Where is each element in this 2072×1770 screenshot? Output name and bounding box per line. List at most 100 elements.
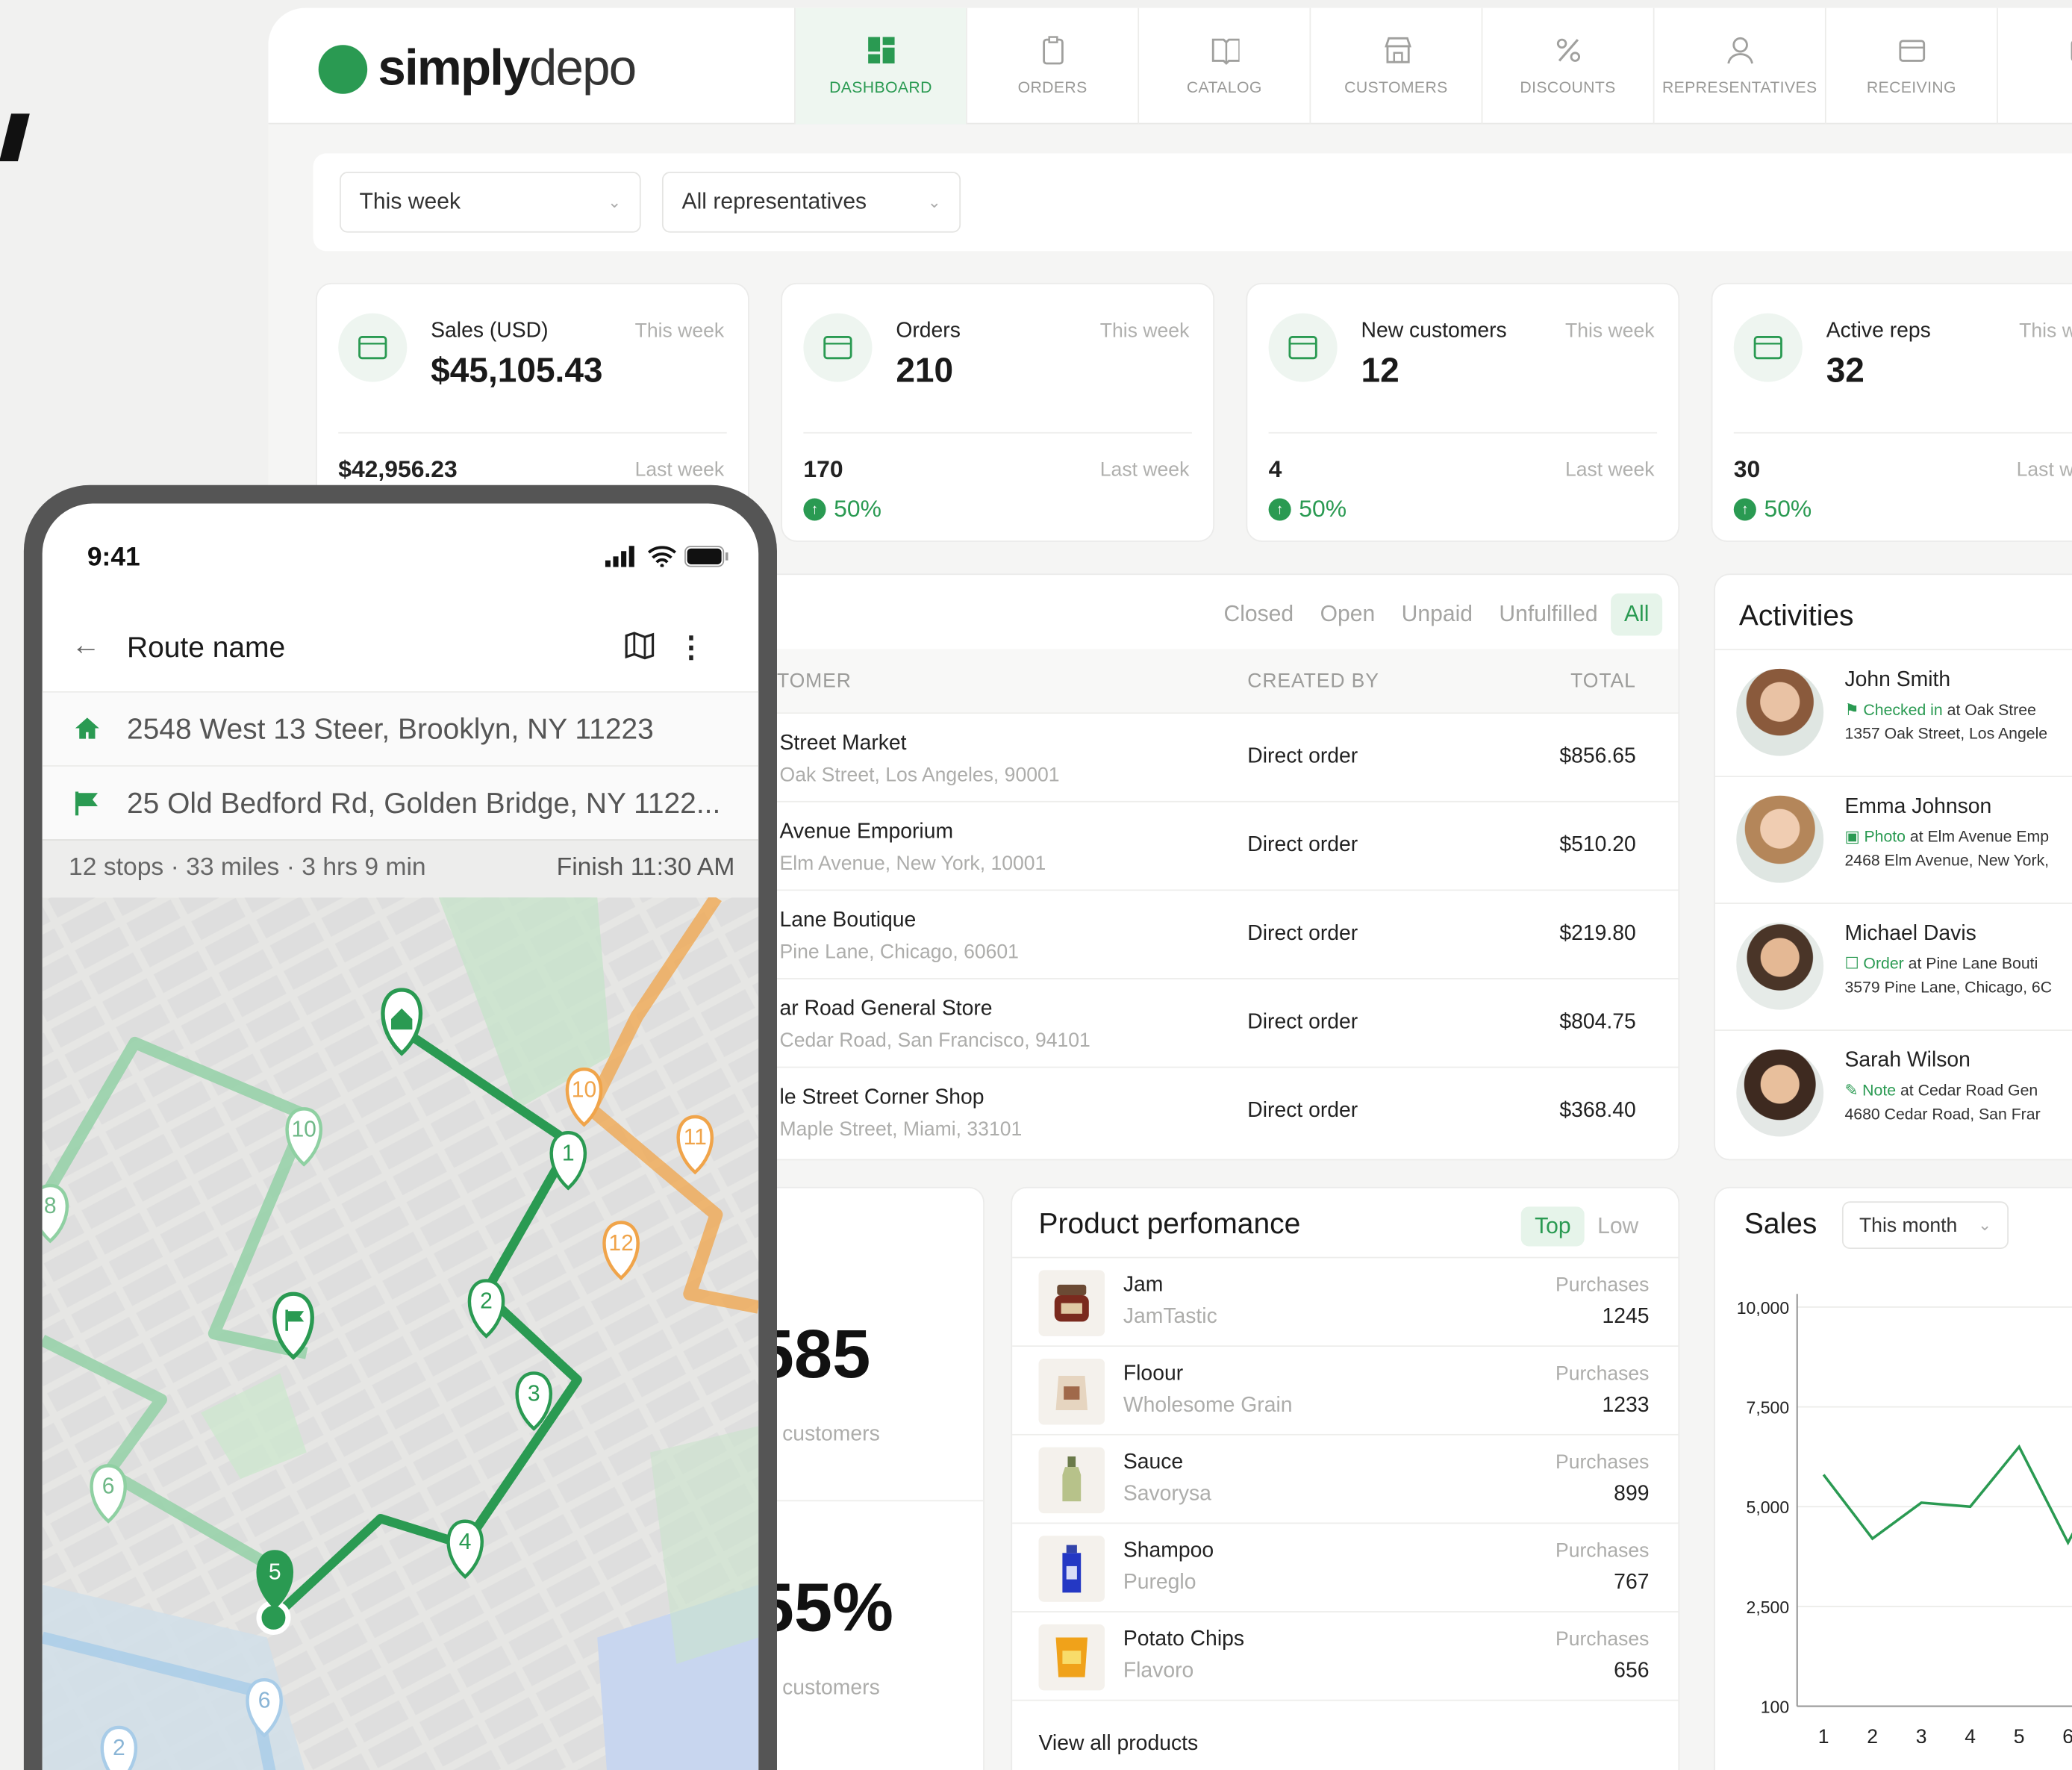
order-customer-address: Oak Street, Los Angeles, 90001 bbox=[779, 764, 1060, 787]
nav-catalog[interactable]: CATALOG bbox=[1138, 7, 1309, 125]
dashboard-icon bbox=[866, 36, 895, 65]
divider bbox=[745, 1500, 984, 1502]
chevron-down-icon: ⌄ bbox=[1978, 1215, 1991, 1235]
stat-change: ↑ 50% bbox=[1268, 496, 1347, 523]
route-summary: 12 stops · 33 miles · 3 hrs 9 min bbox=[69, 853, 426, 882]
logo[interactable]: simply depo bbox=[318, 40, 637, 98]
table-row[interactable]: ar Road General Store Cedar Road, San Fr… bbox=[745, 978, 1679, 1067]
product-row[interactable]: Jam JamTastic Purchases 1245 bbox=[1012, 1256, 1679, 1346]
logo-dot-icon bbox=[318, 45, 368, 94]
activity-action: ▣ Photo at Elm Avenue Emp bbox=[1844, 827, 2049, 846]
top-bar: simply depo DASHBOARD ORDERS CATALOG CUS… bbox=[268, 7, 2072, 125]
purchases-label: Purchases bbox=[1555, 1274, 1650, 1297]
nav-dashboard[interactable]: DASHBOARD bbox=[794, 7, 967, 125]
activity-item[interactable]: Emma Johnson ▣ Photo at Elm Avenue Emp 2… bbox=[1714, 776, 2072, 903]
table-row[interactable]: Street Market Oak Street, Los Angeles, 9… bbox=[745, 712, 1679, 801]
dashboard-scene: simply depo DASHBOARD ORDERS CATALOG CUS… bbox=[0, 0, 2072, 1770]
y-tick-label: 5,000 bbox=[1747, 1498, 1790, 1517]
product-brand: Wholesome Grain bbox=[1123, 1394, 1293, 1417]
map-icon[interactable] bbox=[624, 630, 655, 666]
order-customer-name: Avenue Emporium bbox=[779, 820, 954, 844]
column-header-created-by[interactable]: CREATED BY bbox=[1247, 670, 1379, 693]
tab-all[interactable]: All bbox=[1611, 593, 1663, 636]
nav-label: REPRESENTATIVES bbox=[1661, 78, 1817, 97]
route-map[interactable]: 12345108610111262 bbox=[42, 897, 759, 1770]
view-all-products-link[interactable]: View all products bbox=[1039, 1733, 1199, 1757]
tab-open[interactable]: Open bbox=[1307, 593, 1388, 636]
tab-low[interactable]: Low bbox=[1584, 1206, 1652, 1246]
activity-place: at Oak Stree bbox=[1942, 700, 2036, 720]
logo-text-bold: simply bbox=[378, 40, 530, 97]
more-options-icon[interactable]: ⋮ bbox=[676, 630, 705, 664]
y-tick-label: 10,000 bbox=[1737, 1298, 1789, 1318]
product-brand: JamTastic bbox=[1123, 1306, 1217, 1329]
nav-customers[interactable]: CUSTOMERS bbox=[1309, 7, 1481, 125]
order-created-by: Direct order bbox=[1247, 922, 1358, 945]
route-end-address[interactable]: 25 Old Bedford Rd, Golden Bridge, NY 112… bbox=[42, 765, 759, 840]
stat-card-active-reps[interactable]: Active reps This w 32 30 Last w ↑ 50% bbox=[1711, 282, 2072, 542]
activity-user-name: Sarah Wilson bbox=[1844, 1049, 1970, 1072]
order-total: $368.40 bbox=[1559, 1099, 1636, 1123]
svg-text:3: 3 bbox=[528, 1382, 540, 1406]
sauce-bottle-icon bbox=[1038, 1447, 1105, 1514]
nav-representatives[interactable]: REPRESENTATIVES bbox=[1653, 7, 1825, 125]
route-stop-pin[interactable]: 2 bbox=[100, 1725, 138, 1770]
order-customer-name: Lane Boutique bbox=[779, 909, 917, 932]
stat-prev-label: Last week bbox=[1099, 458, 1190, 482]
arrow-up-icon: ↑ bbox=[803, 498, 826, 521]
nav-discounts[interactable]: DISCOUNTS bbox=[1481, 7, 1653, 125]
product-filter-tabs: Top Low bbox=[1521, 1206, 1652, 1247]
product-brand: Savorysa bbox=[1123, 1483, 1211, 1506]
svg-text:10: 10 bbox=[572, 1077, 596, 1102]
activities-card: Activities John Smith ⚑ Checked in at Oa… bbox=[1714, 573, 2072, 1161]
divider bbox=[1268, 431, 1658, 434]
wallet-icon bbox=[1733, 313, 1803, 382]
nav-label: DASHBOARD bbox=[829, 78, 932, 97]
nav-routes[interactable]: RO bbox=[1997, 7, 2072, 125]
sales-line-chart: 10,000 7,500 5,000 2,500 100 1 2 3 4 5 6 bbox=[1737, 1294, 2072, 1743]
activity-item[interactable]: Sarah Wilson ✎ Note at Cedar Road Gen 46… bbox=[1714, 1029, 2072, 1156]
activity-item[interactable]: John Smith ⚑ Checked in at Oak Stree 135… bbox=[1714, 649, 2072, 776]
percent-icon bbox=[1553, 36, 1582, 65]
table-row[interactable]: Lane Boutique Pine Lane, Chicago, 60601 … bbox=[745, 889, 1679, 978]
customers-stat-label: customers bbox=[782, 1423, 880, 1446]
product-row[interactable]: Floour Wholesome Grain Purchases 1233 bbox=[1012, 1345, 1679, 1434]
product-row[interactable]: Potato Chips Flavoro Purchases 656 bbox=[1012, 1611, 1679, 1700]
period-select[interactable]: This week ⌄ bbox=[339, 172, 641, 233]
back-arrow-icon[interactable]: ← bbox=[72, 628, 101, 662]
order-total: $219.80 bbox=[1559, 922, 1636, 945]
start-address-text: 2548 West 13 Steer, Brooklyn, NY 11223 bbox=[126, 712, 654, 746]
x-tick-label: 1 bbox=[1818, 1725, 1829, 1743]
stat-label: Sales (USD) bbox=[431, 320, 549, 343]
representatives-select[interactable]: All representatives ⌄ bbox=[661, 172, 961, 233]
stat-card-orders[interactable]: Orders This week 210 170 Last week ↑ 50% bbox=[781, 282, 1214, 542]
sales-period-select[interactable]: This month ⌄ bbox=[1841, 1201, 2009, 1250]
nav-receiving[interactable]: RECEIVING bbox=[1824, 7, 1997, 125]
product-row[interactable]: Shampoo Pureglo Purchases 767 bbox=[1012, 1522, 1679, 1612]
activity-action-type: Checked in bbox=[1863, 700, 1943, 720]
tab-unpaid[interactable]: Unpaid bbox=[1388, 593, 1486, 636]
purchases-label: Purchases bbox=[1555, 1362, 1650, 1386]
tab-top[interactable]: Top bbox=[1521, 1206, 1585, 1247]
table-row[interactable]: Avenue Emporium Elm Avenue, New York, 10… bbox=[745, 800, 1679, 890]
svg-text:12: 12 bbox=[608, 1231, 633, 1256]
route-start-address[interactable]: 2548 West 13 Steer, Brooklyn, NY 11223 bbox=[42, 691, 759, 766]
tab-unfulfilled[interactable]: Unfulfilled bbox=[1486, 593, 1611, 636]
activity-item[interactable]: Michael Davis ☐ Order at Pine Lane Bouti… bbox=[1714, 903, 2072, 1029]
tab-closed[interactable]: Closed bbox=[1211, 593, 1307, 636]
product-row[interactable]: Sauce Savorysa Purchases 899 bbox=[1012, 1433, 1679, 1523]
column-header-total[interactable]: TOTAL bbox=[1570, 670, 1636, 693]
sales-chart-title: Sales bbox=[1744, 1206, 1817, 1240]
activity-address: 3579 Pine Lane, Chicago, 6C bbox=[1844, 978, 2053, 997]
stat-card-new-customers[interactable]: New customers This week 12 4 Last week ↑… bbox=[1246, 282, 1680, 542]
stat-period: This week bbox=[634, 320, 725, 343]
purchases-count: 899 bbox=[1614, 1483, 1650, 1506]
column-header-customer[interactable]: TOMER bbox=[777, 670, 852, 693]
nav-orders[interactable]: ORDERS bbox=[966, 7, 1138, 125]
x-tick-label: 6 bbox=[2062, 1725, 2072, 1743]
activity-action: ✎ Note at Cedar Road Gen bbox=[1844, 1081, 2038, 1100]
table-row[interactable]: le Street Corner Shop Maple Street, Miam… bbox=[745, 1066, 1679, 1156]
svg-text:1: 1 bbox=[562, 1141, 575, 1165]
nav-label: CUSTOMERS bbox=[1344, 78, 1448, 97]
x-tick-label: 4 bbox=[1965, 1725, 1976, 1743]
